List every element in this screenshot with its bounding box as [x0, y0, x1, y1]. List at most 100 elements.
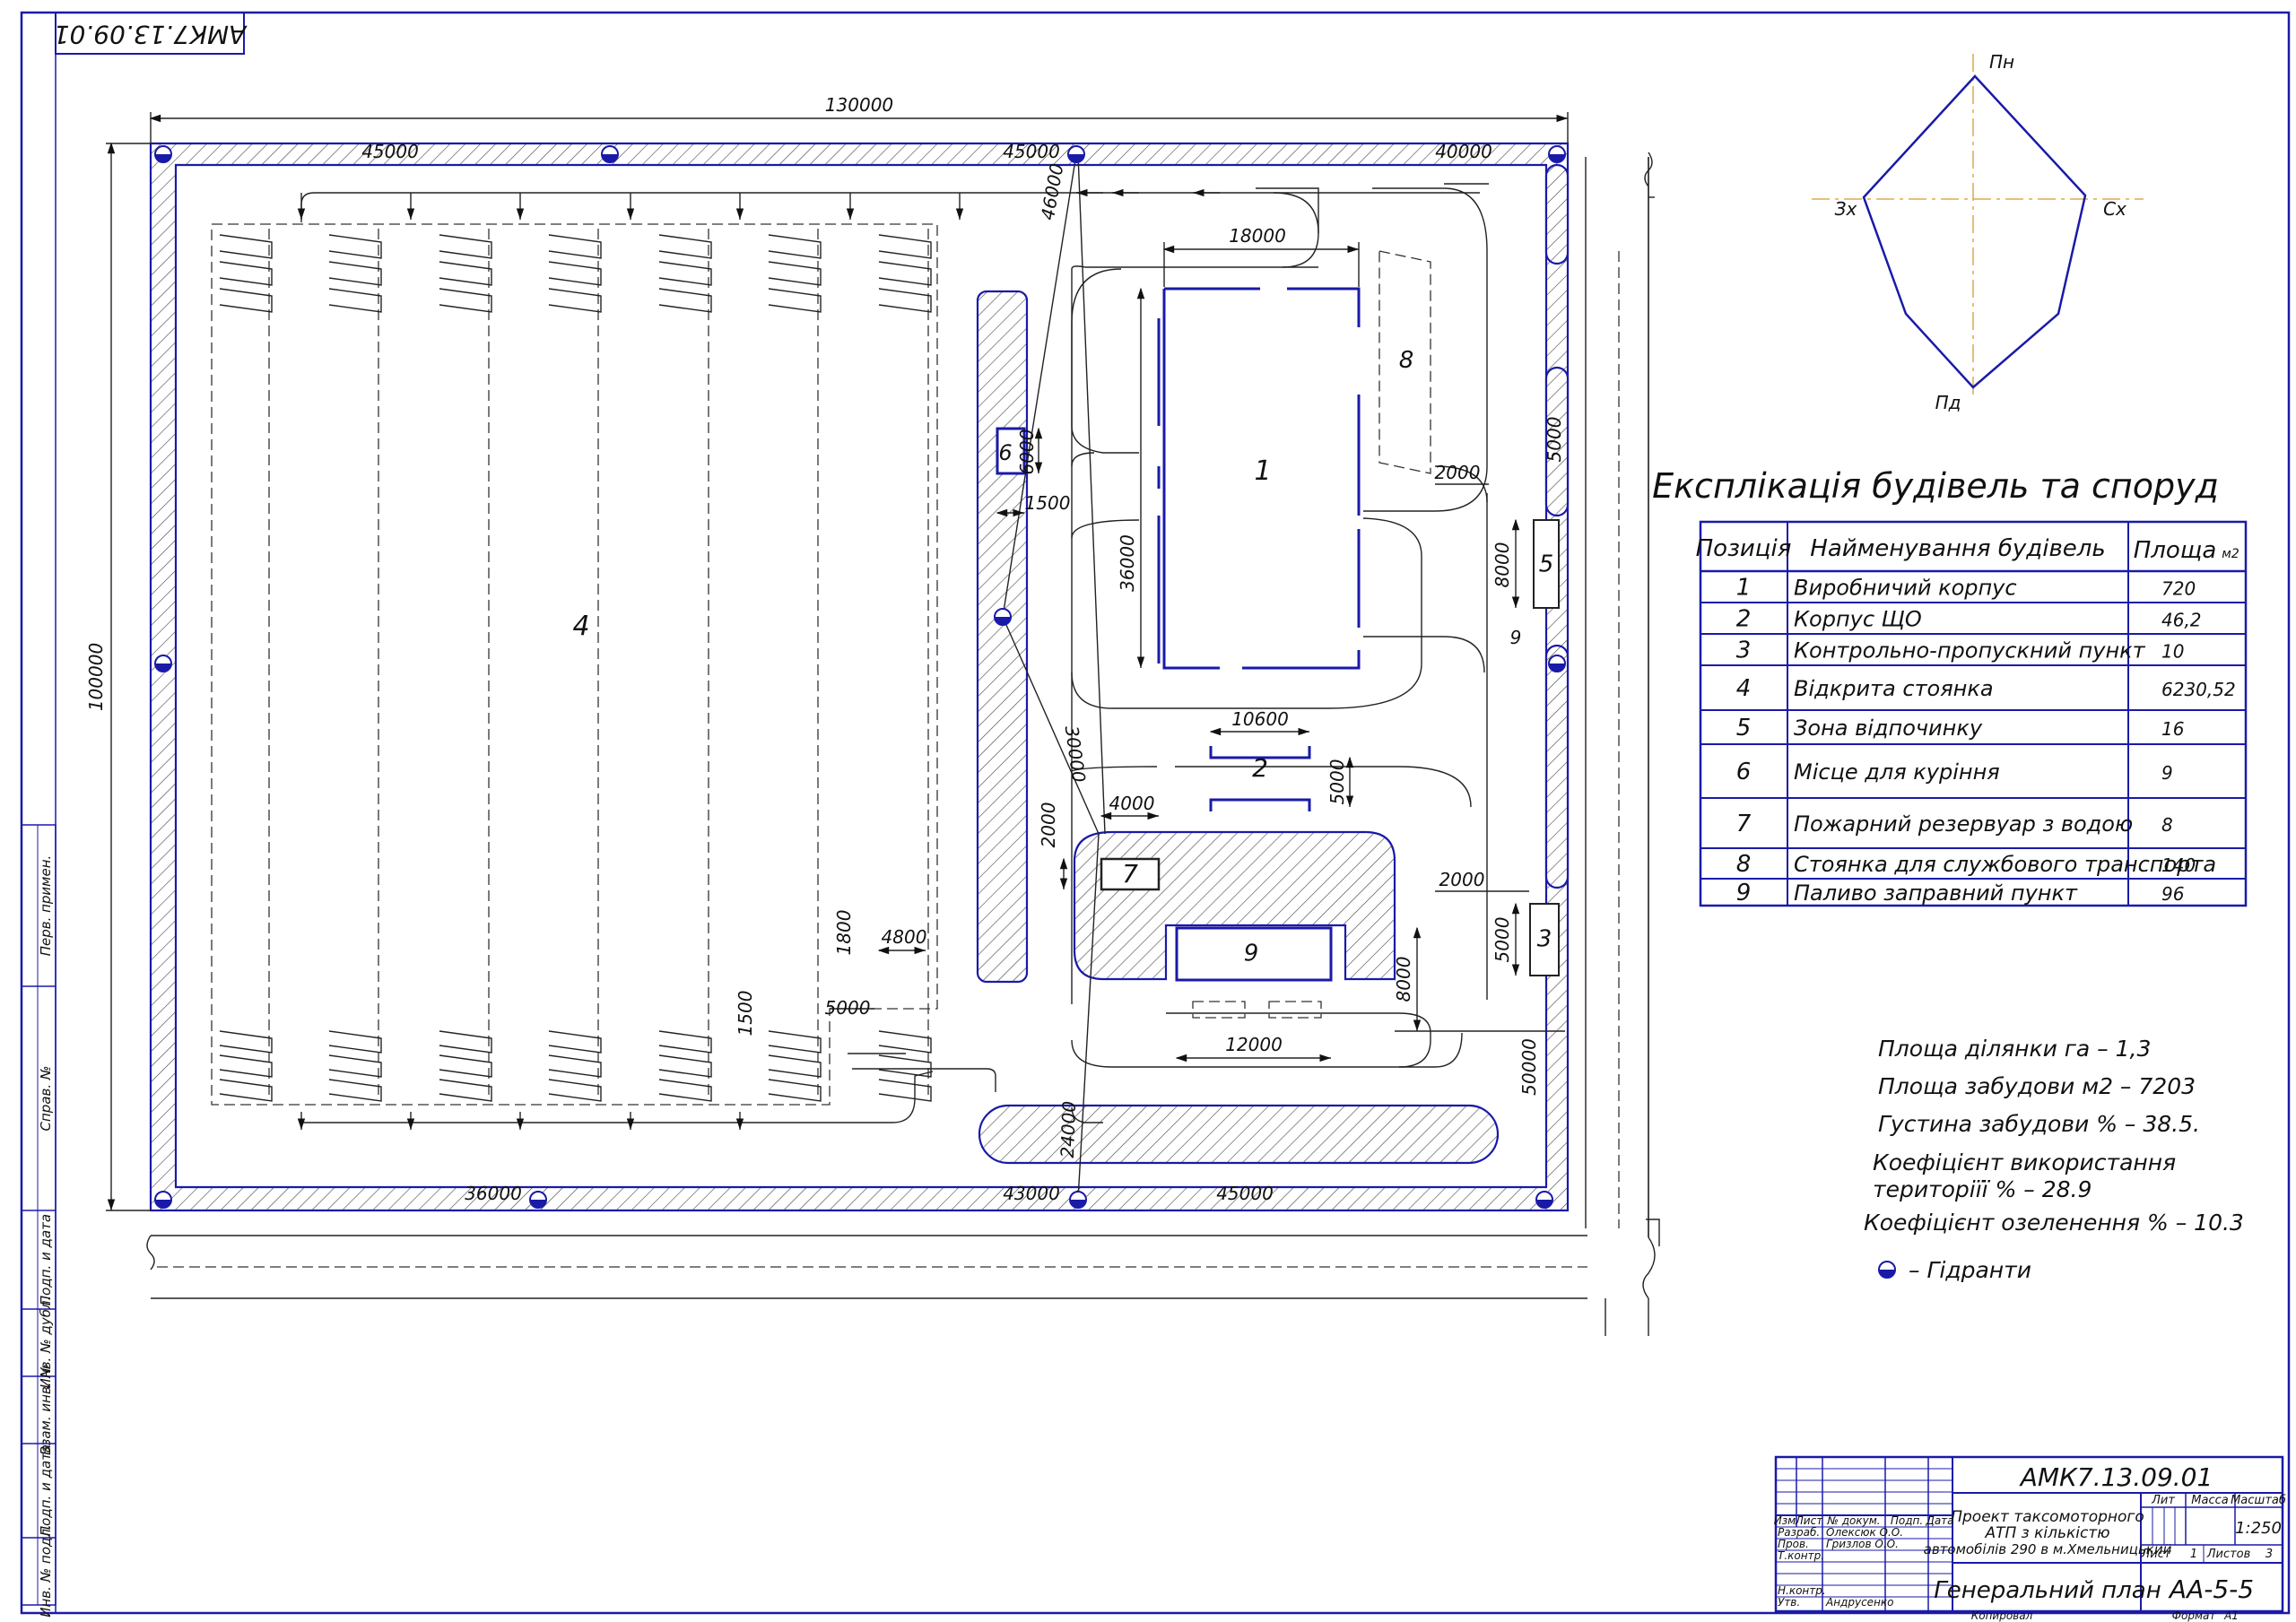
dim-p4-c: 5000: [825, 997, 871, 1019]
dim-b6-w: 6000: [1016, 429, 1038, 475]
dim-b6-h: 1500: [1025, 492, 1071, 514]
dim-b3-h: 5000: [1492, 917, 1513, 963]
tb-prov: Пров.: [1778, 1538, 1809, 1550]
rotated-code-text: АМК7.13.09.01: [54, 20, 248, 49]
tb-sheet-no: 1: [2190, 1548, 2197, 1561]
dim-gap-2000-a: 2000: [1435, 462, 1481, 483]
dim-b2-width: 10600: [1231, 708, 1289, 730]
parking-stall: [219, 1079, 273, 1102]
dim-top-seg-3: 40000: [1435, 141, 1492, 162]
dim-b5-h: 8000: [1492, 542, 1513, 588]
building-8-label: 8: [1399, 347, 1414, 374]
tb-razrab-name: Олексюк О.О.: [1826, 1526, 1903, 1539]
building-1-label: 1: [1254, 455, 1271, 487]
parking-stall: [878, 288, 932, 313]
parking-area-4: [211, 223, 938, 1106]
tb-code: АМК7.13.09.01: [2019, 1462, 2213, 1492]
site-notes: Площа ділянки га – 1,3 Площа забудови м2…: [1864, 1036, 2244, 1283]
parking-stall: [328, 1054, 382, 1078]
hydrant-icon: [154, 655, 172, 672]
hydrant-icon: [994, 608, 1012, 626]
dim-b7-h: 2000: [1038, 802, 1059, 848]
explication-row: 5 Зона відпочинку 16: [1700, 715, 2246, 745]
dim-right-gap-1: 5000: [1544, 417, 1565, 463]
hydrant-icon: [1067, 145, 1085, 163]
dim-diag-2: 24000: [1057, 1101, 1080, 1158]
explication-row: 3 Контрольно-пропускний пункт 10: [1700, 638, 2246, 666]
rotated-code-box: АМК7.13.09.01: [54, 12, 248, 55]
note-usage-coef-1: Коефіцієнт використання: [1873, 1149, 2176, 1175]
row-name: Місце для куріння: [1794, 759, 2000, 785]
parking-stall: [768, 261, 822, 286]
stamp-vzam-inv: Взам. инв. №: [38, 1364, 54, 1455]
compass-rose: Пн Зх Сх Пд: [1812, 51, 2144, 413]
dim-b9-h: 8000: [1393, 957, 1414, 1002]
row-position: 4: [1736, 675, 1752, 702]
compass-north: Пн: [1989, 51, 2014, 73]
building-7-label: 7: [1122, 859, 1138, 889]
parking-stall: [548, 234, 602, 259]
dim-9-side: 9: [1510, 627, 1522, 648]
row-area: 9: [2161, 762, 2173, 784]
hydrant-icon: [1069, 1191, 1087, 1209]
dim-b9-w: 12000: [1225, 1034, 1283, 1055]
parking-stall: [878, 234, 932, 259]
row-position: 3: [1736, 638, 1752, 664]
dim-diag-1: 46000: [1037, 161, 1068, 221]
hydrant-icon: [1548, 655, 1566, 672]
dim-b1-height: 36000: [1117, 534, 1138, 592]
tb-format-val: А1: [2223, 1609, 2239, 1622]
row-name: Відкрита стоянка: [1794, 676, 1994, 701]
row-position: 6: [1736, 759, 1752, 785]
parking-stall: [658, 1054, 712, 1078]
note-greening: Коефіцієнт озеленення % – 10.3: [1864, 1210, 2244, 1236]
note-built-area: Площа забудови м2 – 7203: [1878, 1073, 2196, 1099]
stamp-podp-2: Подп. и дата: [38, 1444, 54, 1536]
explication-row: 7 Пожарний резервуар з водою 8: [1700, 811, 2246, 849]
note-usage-coef-2: територіїї % – 28.9: [1873, 1176, 2092, 1202]
dim-top-seg-2: 45000: [1003, 141, 1060, 162]
dim-b7-w: 4000: [1109, 793, 1155, 814]
dim-b1-width: 18000: [1229, 225, 1286, 247]
site-plan: 1 8 2 6 7 9 5 3 4 130000 100000 45000 45…: [85, 94, 1660, 1336]
row-position: 9: [1736, 880, 1752, 906]
building-2: 2: [1209, 746, 1311, 811]
tb-scale: 1:250: [2235, 1519, 2282, 1538]
tb-podp: Подп.: [1891, 1514, 1923, 1527]
hydrant-icon: [1535, 1191, 1553, 1209]
row-area: 16: [2161, 718, 2184, 740]
parking-stall: [768, 1079, 822, 1102]
row-position: 1: [1736, 575, 1752, 602]
tb-izm: Изм: [1774, 1514, 1796, 1527]
tb-razrab: Разраб.: [1778, 1526, 1820, 1539]
tb-sheets: Листов: [2206, 1548, 2251, 1561]
tb-project-2: АТП з кількістю: [1984, 1524, 2109, 1542]
parking-stall: [439, 234, 492, 259]
parking-stall: [548, 1030, 602, 1054]
row-position: 7: [1736, 811, 1752, 837]
tb-kopiroval: Копировал: [1971, 1609, 2033, 1622]
parking-stall: [878, 261, 932, 286]
parking-stall: [548, 288, 602, 313]
parking-stall: [328, 288, 382, 313]
row-area: 8: [2161, 814, 2173, 836]
legend-hydrants: – Гідранти: [1909, 1257, 2031, 1283]
header-area: Площа: [2134, 537, 2217, 564]
building-5: 5: [1533, 519, 1560, 609]
parking-stall: [219, 234, 273, 259]
parking-stall: [658, 234, 712, 259]
tb-project-3: автомобілів 290 в м.Хмельницький: [1924, 1541, 2172, 1557]
dim-top-seg-1: 45000: [361, 141, 419, 162]
parking-stall: [548, 261, 602, 286]
top-flow-road: [300, 192, 1480, 234]
explication-title: Експлікація будівель та споруд: [1652, 466, 2219, 506]
tb-tkontr: Т.контр.: [1778, 1549, 1824, 1562]
row-name: Корпус ЩО: [1794, 607, 1922, 632]
tb-sheets-no: 3: [2266, 1548, 2273, 1561]
hydrants: [154, 145, 1566, 1209]
compass-east: Сх: [2103, 198, 2126, 220]
stamp-podp-1: Подп. и дата: [38, 1214, 54, 1305]
tb-sheet-title: Генеральний план: [1934, 1577, 2161, 1604]
row-name: Контрольно-пропускний пункт: [1794, 638, 2146, 664]
dim-bottom-seg-1: 36000: [465, 1183, 522, 1204]
